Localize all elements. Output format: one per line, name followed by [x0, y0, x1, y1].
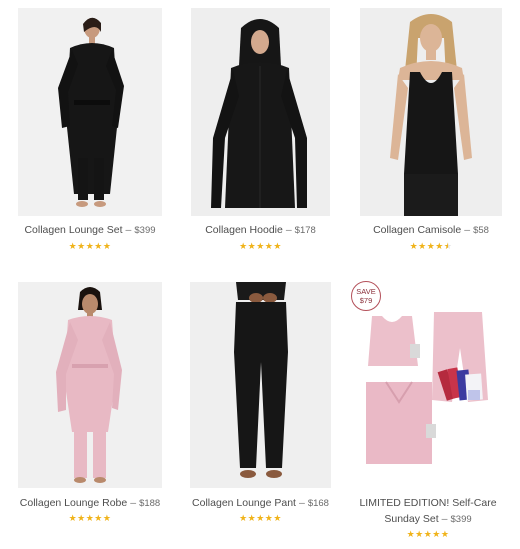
price-separator: –: [441, 513, 448, 525]
price-separator: –: [125, 224, 132, 236]
product-name[interactable]: Collagen Lounge Set: [24, 224, 122, 236]
product-image-hoodie[interactable]: [191, 8, 330, 216]
flatlay-pink-set-illustration: [348, 278, 508, 490]
star-rating: ★★★★★: [191, 241, 330, 251]
product-card-lounge-pant[interactable]: Collagen Lounge Pant – $168 ★★★★★: [190, 282, 331, 527]
model-in-black-hoodie-illustration: [191, 8, 330, 216]
product-name-line1[interactable]: LIMITED EDITION! Self-Care: [359, 497, 496, 509]
product-name[interactable]: Collagen Lounge Robe: [20, 497, 127, 509]
product-card-camisole[interactable]: Collagen Camisole – $58 ★★★★★: [360, 8, 502, 253]
product-card-lounge-robe[interactable]: Collagen Lounge Robe – $188 ★★★★★: [18, 282, 162, 527]
product-caption[interactable]: Collagen Lounge Set – $399: [18, 223, 162, 238]
price-separator: –: [464, 224, 471, 236]
star-icons: ★★★★: [409, 241, 444, 251]
model-in-black-robe-illustration: [18, 8, 162, 216]
model-in-pink-robe-illustration: [18, 282, 162, 488]
price-separator: –: [298, 497, 305, 509]
product-price: $58: [473, 225, 489, 236]
star-icons: ★★★★★: [406, 529, 450, 539]
price-separator: –: [130, 497, 137, 509]
product-name[interactable]: Collagen Lounge Pant: [192, 497, 296, 509]
product-image-lounge-robe[interactable]: [18, 282, 162, 488]
product-caption[interactable]: Collagen Hoodie – $178: [191, 223, 330, 238]
product-card-hoodie[interactable]: Collagen Hoodie – $178 ★★★★★: [191, 8, 330, 253]
star-rating: ★★★★★: [18, 241, 162, 251]
product-caption[interactable]: Collagen Lounge Pant – $168: [190, 496, 331, 511]
product-price: $178: [294, 225, 316, 236]
star-icons: ★★★★★: [239, 513, 282, 523]
half-star-icon: ★: [444, 241, 453, 251]
product-card-self-care-sunday-set[interactable]: SAVE $79 LIMITED EDITION! Self-Care Sund…: [348, 278, 508, 540]
product-price: $399: [450, 514, 472, 525]
product-card-lounge-set[interactable]: Collagen Lounge Set – $399 ★★★★★: [18, 8, 162, 253]
star-rating: ★★★★★: [190, 513, 331, 523]
product-name[interactable]: Collagen Camisole: [373, 224, 461, 236]
star-rating: ★★★★★: [18, 513, 162, 523]
model-in-black-camisole-illustration: [360, 8, 502, 216]
product-price: $399: [134, 225, 156, 236]
product-price: $168: [307, 498, 329, 509]
save-badge: SAVE $79: [351, 281, 381, 311]
product-caption[interactable]: Collagen Camisole – $58: [360, 223, 502, 238]
star-rating: ★★★★★: [348, 529, 508, 539]
model-in-black-pants-illustration: [190, 282, 331, 488]
star-icons: ★★★★★: [68, 241, 112, 251]
star-icons: ★★★★★: [239, 241, 282, 251]
price-separator: –: [285, 224, 292, 236]
save-badge-label: SAVE: [356, 287, 376, 296]
product-image-lounge-pant[interactable]: [190, 282, 331, 488]
product-name-line2[interactable]: Sunday Set: [384, 513, 438, 525]
product-name[interactable]: Collagen Hoodie: [205, 224, 283, 236]
product-price: $188: [139, 498, 161, 509]
product-caption[interactable]: Collagen Lounge Robe – $188: [18, 496, 162, 511]
product-image-self-care-sunday-set[interactable]: [348, 278, 508, 490]
star-icons: ★★★★★: [68, 513, 112, 523]
product-caption[interactable]: LIMITED EDITION! Self-Care: [348, 496, 508, 511]
product-image-lounge-set[interactable]: [18, 8, 162, 216]
product-caption-line2[interactable]: Sunday Set – $399: [348, 512, 508, 527]
star-rating: ★★★★★: [360, 241, 502, 251]
save-badge-amount: $79: [359, 296, 373, 305]
product-image-camisole[interactable]: [360, 8, 502, 216]
